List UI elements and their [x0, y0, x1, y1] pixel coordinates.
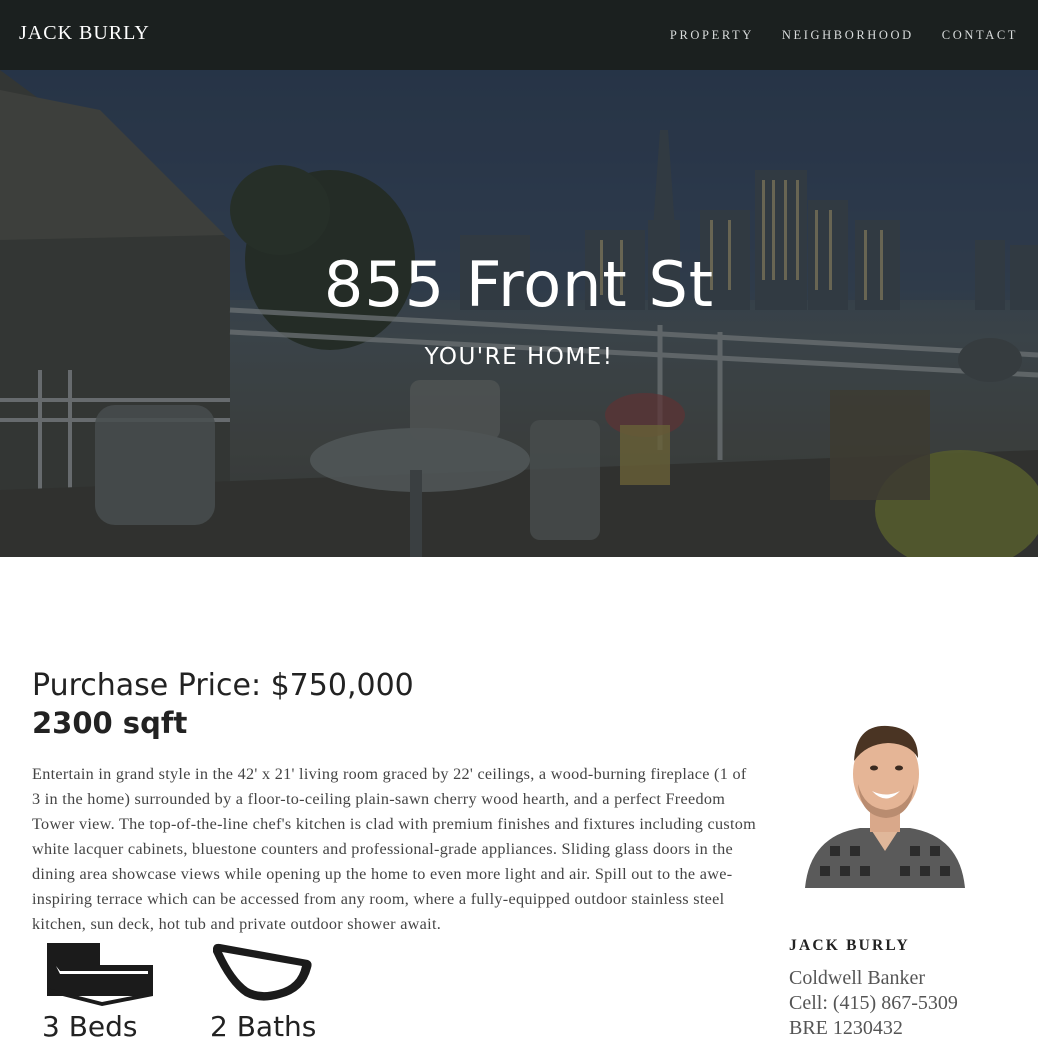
nav-link-neighborhood[interactable]: NEIGHBORHOOD: [782, 28, 914, 43]
feature-beds: 3 Beds: [42, 940, 154, 1043]
navbar: JACK BURLY PROPERTY NEIGHBORHOOD CONTACT: [0, 0, 1038, 70]
baths-label: 2 Baths: [210, 1010, 317, 1043]
property-description: Entertain in grand style in the 42' x 21…: [32, 765, 757, 933]
beds-label: 3 Beds: [42, 1010, 138, 1043]
feature-baths: 2 Baths: [210, 940, 316, 1043]
agent-license: BRE 1230432: [789, 1017, 903, 1039]
hero-title: 855 Front St: [323, 248, 715, 321]
purchase-price: Purchase Price: $750,000: [32, 668, 414, 703]
bathtub-icon: [213, 943, 312, 1001]
square-footage: 2300 sqft: [32, 706, 188, 740]
agent-phone[interactable]: Cell: (415) 867-5309: [789, 992, 958, 1015]
brand-logo[interactable]: JACK BURLY: [19, 22, 150, 45]
hero-subtitle: YOU'RE HOME!: [424, 344, 614, 370]
agent-name: JACK BURLY: [789, 937, 910, 954]
agent-avatar: [800, 716, 970, 888]
nav-link-property[interactable]: PROPERTY: [670, 28, 754, 43]
bed-icon: [47, 943, 153, 1006]
agent-company: Coldwell Banker: [789, 967, 926, 989]
nav-link-contact[interactable]: CONTACT: [942, 28, 1018, 43]
hero-banner: 855 Front St YOU'RE HOME!: [0, 70, 1038, 557]
nav-links: PROPERTY NEIGHBORHOOD CONTACT: [642, 28, 1018, 43]
